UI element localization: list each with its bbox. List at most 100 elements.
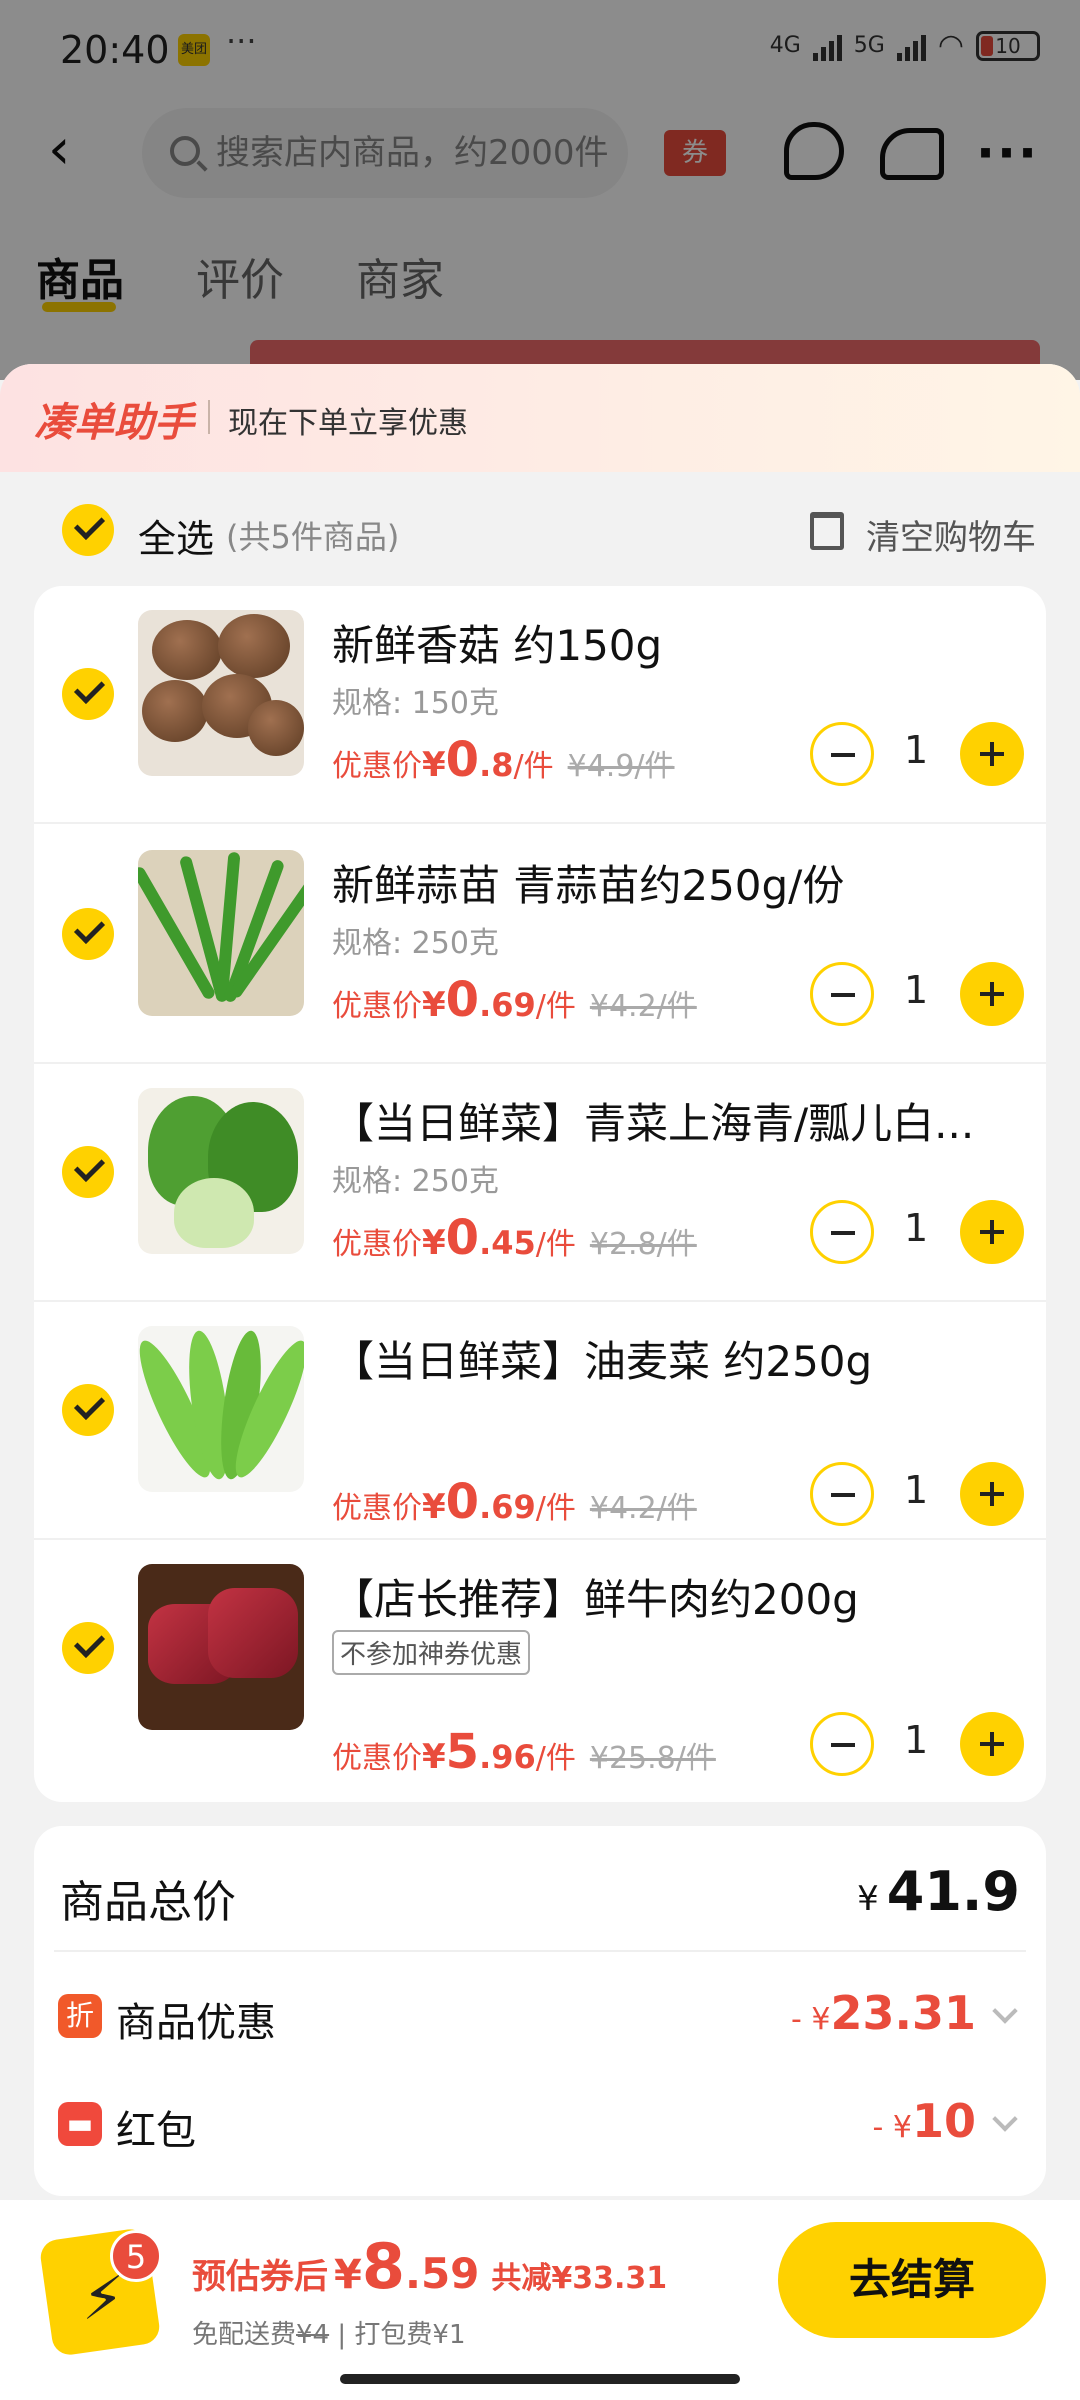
product-image-garlic-sprouts[interactable] <box>138 850 304 1016</box>
price-unit: /件 <box>535 1227 576 1262</box>
minus-currency: - ¥ <box>791 2002 831 2037</box>
original-price: ¥4.2/件 <box>589 1491 697 1526</box>
clear-cart-button[interactable]: 清空购物车 <box>866 510 1036 559</box>
select-all-label[interactable]: 全选 <box>138 508 214 563</box>
item-name[interactable]: 【店长推荐】鲜牛肉约200g <box>332 1566 1012 1627</box>
product-discount-row[interactable]: 折 商品优惠 - ¥23.31 <box>54 1964 1026 2064</box>
chevron-down-icon[interactable] <box>992 2106 1018 2132</box>
total-price-value: ¥41.9 <box>857 1860 1020 1923</box>
total-amount: 41.9 <box>886 1860 1020 1923</box>
price-currency: ¥ <box>422 985 446 1025</box>
quantity-value: 1 <box>904 1206 929 1250</box>
price-integer: 8 <box>361 2230 405 2303</box>
increase-quantity-button[interactable] <box>960 1462 1024 1526</box>
product-image-romaine-lettuce[interactable] <box>138 1326 304 1492</box>
item-name[interactable]: 新鲜蒜苗 青蒜苗约250g/份 <box>332 852 1012 913</box>
product-discount-label: 商品优惠 <box>116 2000 276 2046</box>
decrease-quantity-button[interactable] <box>810 962 874 1026</box>
divider <box>54 1950 1026 1952</box>
currency-symbol: ¥ <box>857 1879 879 1919</box>
quantity-value: 1 <box>904 728 929 772</box>
item-price: 优惠价 ¥ 0 .69 /件 ¥4.2/件 <box>332 972 697 1028</box>
price-unit: /件 <box>535 989 576 1024</box>
original-price: ¥4.2/件 <box>589 989 697 1024</box>
item-price: 优惠价 ¥ 0 .69 /件 ¥4.2/件 <box>332 1474 697 1530</box>
increase-quantity-button[interactable] <box>960 722 1024 786</box>
red-packet-value: - ¥10 <box>873 2094 976 2148</box>
checkout-button[interactable]: 去结算 <box>778 2222 1046 2338</box>
price-currency: ¥ <box>422 1223 446 1263</box>
free-delivery-label: 免配送费 <box>192 2320 297 2350</box>
order-assistant-text: 现在下单立享优惠 <box>228 406 468 441</box>
price-integer: 0 <box>445 1210 480 1266</box>
item-price: 优惠价 ¥ 0 .8 /件 ¥4.9/件 <box>332 732 675 788</box>
item-count-label: (共5件商品) <box>226 518 400 556</box>
minus-currency: - ¥ <box>872 2110 912 2145</box>
discount-icon: 折 <box>58 1994 102 2038</box>
price-decimal: .59 <box>404 2249 480 2298</box>
modal-overlay[interactable] <box>0 0 1080 380</box>
order-assistant-bar[interactable]: 凑单助手 现在下单立享优惠 <box>0 364 1080 472</box>
product-image-bok-choy[interactable] <box>138 1088 304 1254</box>
coupon-exclusion-tag: 不参加神券优惠 <box>332 1630 531 1675</box>
price-currency: ¥ <box>422 1737 446 1777</box>
select-all-checkbox[interactable] <box>62 504 114 556</box>
cart-count-badge: 5 <box>110 2230 162 2282</box>
increase-quantity-button[interactable] <box>960 962 1024 1026</box>
cart-items-list: 新鲜香菇 约150g 规格: 150克 优惠价 ¥ 0 .8 /件 ¥4.9/件… <box>34 586 1046 1802</box>
product-image-shiitake[interactable] <box>138 610 304 776</box>
item-checkbox[interactable] <box>62 1622 114 1674</box>
estimated-price: 预估券后 ¥ 8 .59 共减¥33.31 <box>192 2230 667 2303</box>
red-packet-amount: 10 <box>911 2094 976 2148</box>
item-checkbox[interactable] <box>62 908 114 960</box>
trash-icon[interactable] <box>810 512 844 550</box>
item-name[interactable]: 【当日鲜菜】油麦菜 约250g <box>332 1328 1012 1389</box>
price-integer: 0 <box>445 732 480 788</box>
price-label: 优惠价 <box>332 1491 422 1526</box>
increase-quantity-button[interactable] <box>960 1200 1024 1264</box>
cart-item: 【店长推荐】鲜牛肉约200g 不参加神券优惠 优惠价 ¥ 5 .96 /件 ¥2… <box>34 1540 1046 1802</box>
price-integer: 5 <box>445 1724 480 1780</box>
cart-bag-icon[interactable]: ⚡ 5 <box>38 2206 162 2357</box>
decrease-quantity-button[interactable] <box>810 1200 874 1264</box>
delivery-fee-original: ¥4 <box>296 2320 330 2350</box>
price-integer: 0 <box>445 972 480 1028</box>
discount-amount: 23.31 <box>830 1986 976 2040</box>
item-checkbox[interactable] <box>62 668 114 720</box>
product-image-beef[interactable] <box>138 1564 304 1730</box>
item-spec: 规格: 250克 <box>332 926 499 961</box>
item-checkbox[interactable] <box>62 1146 114 1198</box>
item-price: 优惠价 ¥ 0 .45 /件 ¥2.8/件 <box>332 1210 697 1266</box>
price-decimal: .69 <box>479 1488 536 1526</box>
quantity-value: 1 <box>904 968 929 1012</box>
original-price: ¥25.8/件 <box>589 1741 716 1776</box>
price-currency: ¥ <box>422 745 446 785</box>
select-all-row: 全选 (共5件商品) 清空购物车 <box>0 472 1080 586</box>
item-name[interactable]: 【当日鲜菜】青菜上海青/瓢儿白... <box>332 1090 1012 1151</box>
divider <box>208 400 210 434</box>
price-label: 优惠价 <box>332 1741 422 1776</box>
price-label: 优惠价 <box>332 989 422 1024</box>
total-price-label: 商品总价 <box>60 1877 236 1928</box>
decrease-quantity-button[interactable] <box>810 1712 874 1776</box>
home-indicator[interactable] <box>340 2374 740 2384</box>
decrease-quantity-button[interactable] <box>810 1462 874 1526</box>
order-assistant-logo: 凑单助手 <box>34 400 194 446</box>
red-packet-icon: ▬ <box>58 2102 102 2146</box>
item-name[interactable]: 新鲜香菇 约150g <box>332 612 1012 673</box>
original-price: ¥4.9/件 <box>567 749 675 784</box>
red-packet-row[interactable]: ▬ 红包 - ¥10 <box>54 2072 1026 2172</box>
price-label: 优惠价 <box>332 1227 422 1262</box>
red-packet-label: 红包 <box>116 2108 196 2154</box>
total-saving: 共减¥33.31 <box>491 2261 668 2296</box>
cart-sheet: 凑单助手 现在下单立享优惠 全选 (共5件商品) 清空购物车 新鲜香菇 约150… <box>0 364 1080 2400</box>
item-price: 优惠价 ¥ 5 .96 /件 ¥25.8/件 <box>332 1724 716 1780</box>
cart-item: 新鲜蒜苗 青蒜苗约250g/份 规格: 250克 优惠价 ¥ 0 .69 /件 … <box>34 826 1046 1064</box>
item-checkbox[interactable] <box>62 1384 114 1436</box>
decrease-quantity-button[interactable] <box>810 722 874 786</box>
product-discount-value: - ¥23.31 <box>791 1986 976 2040</box>
chevron-down-icon[interactable] <box>992 1998 1018 2024</box>
price-label: 优惠价 <box>332 749 422 784</box>
cart-item: 新鲜香菇 约150g 规格: 150克 优惠价 ¥ 0 .8 /件 ¥4.9/件… <box>34 586 1046 824</box>
increase-quantity-button[interactable] <box>960 1712 1024 1776</box>
